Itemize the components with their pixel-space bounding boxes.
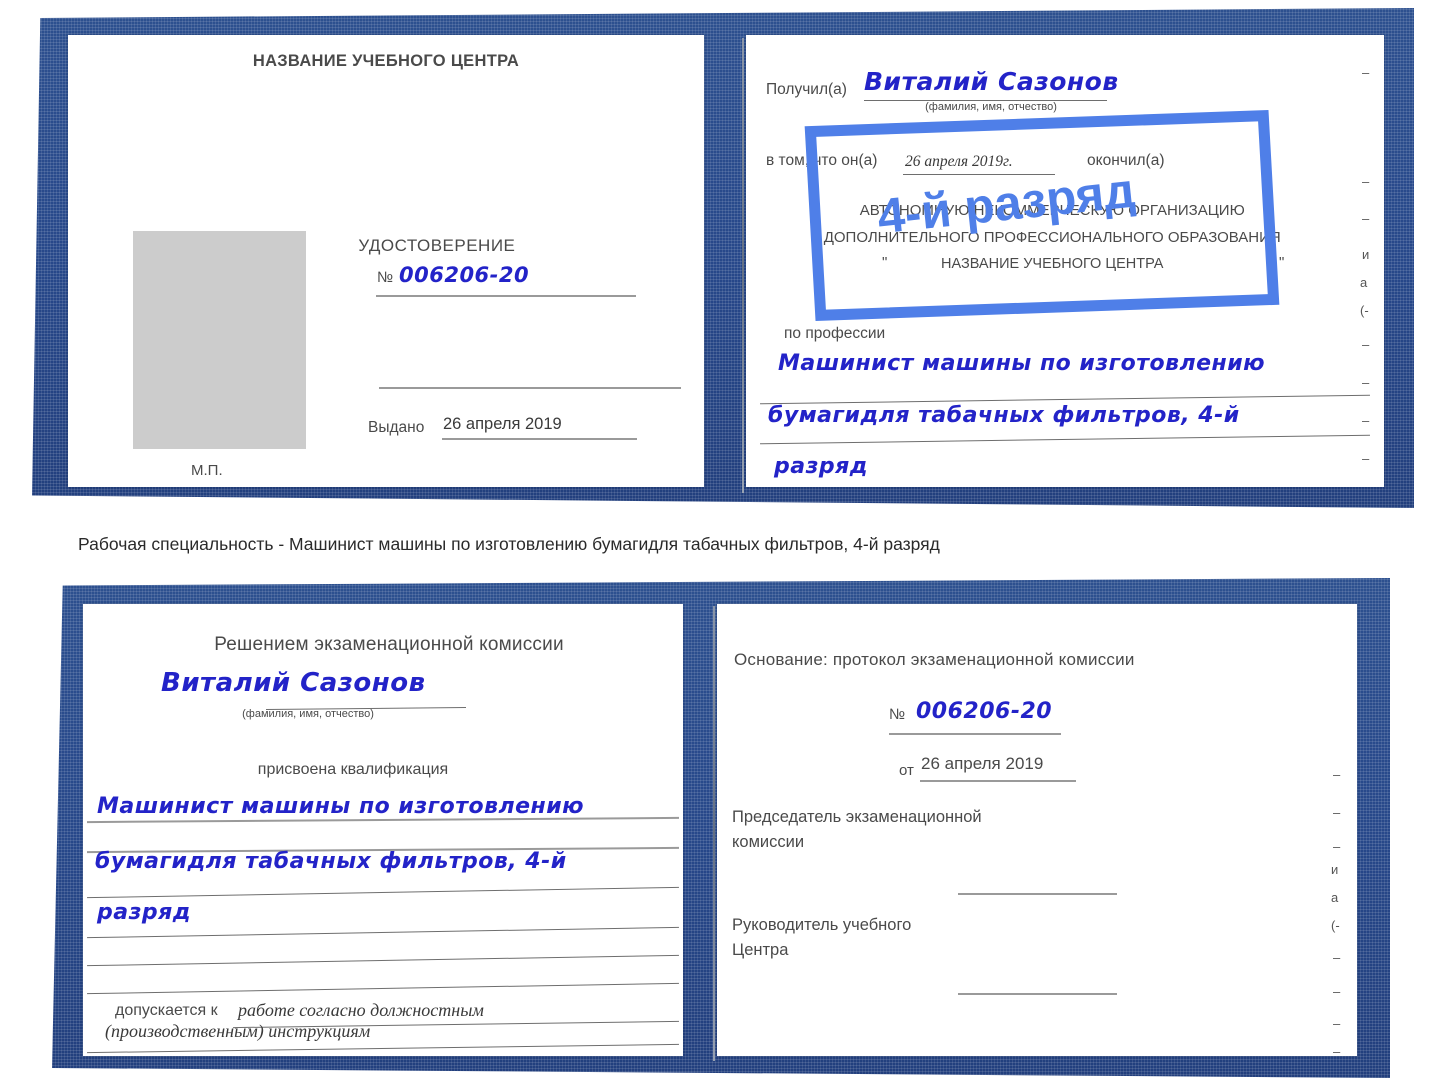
bottom-left-page: Решением экзаменационной комиссии Витали… (83, 604, 683, 1056)
org-quote-close: " (1279, 254, 1285, 271)
basis-label: Основание: протокол экзаменационной коми… (734, 650, 1135, 669)
qualification-line-1: Машинист машины по изготовлению (97, 794, 585, 819)
commission-decision-header: Решением экзаменационной комиссии (214, 634, 564, 655)
qualification-line-3: разряд (97, 900, 192, 925)
protocol-number-label: № (889, 706, 906, 723)
protocol-date-label: от (899, 762, 914, 779)
photo-placeholder (133, 231, 306, 449)
profession-rule-2 (760, 434, 1370, 445)
head-line-2: Центра (732, 941, 789, 959)
qualification-label: присвоена квалификация (257, 761, 449, 778)
issued-value: 26 апреля 2019 (443, 415, 562, 433)
protocol-date-value: 26 апреля 2019 (921, 754, 1044, 773)
chairman-signature-rule (958, 893, 1117, 895)
bottom-edge-fragment-5: (- (1331, 918, 1340, 933)
issued-rule (442, 438, 637, 440)
profession-line-2: бумагидля табачных фильтров, 4-й (768, 403, 1240, 428)
edge-fragment-3: и (1362, 247, 1370, 262)
edge-fragment-2: – (1362, 211, 1370, 226)
page-caption: Рабочая специальность - Машинист машины … (78, 534, 940, 554)
certificate-top: НАЗВАНИЕ УЧЕБНОГО ЦЕНТРА М.П. УДОСТОВЕРЕ… (32, 8, 1414, 508)
bottom-edge-fragment-3: и (1331, 862, 1339, 877)
bottom-edge-fragment-0: – (1333, 767, 1341, 782)
edge-fragment-5: (- (1360, 303, 1369, 318)
book-spine-top (742, 38, 744, 493)
edge-fragment-1: – (1362, 174, 1370, 189)
protocol-number-rule (889, 733, 1061, 735)
top-left-page: НАЗВАНИЕ УЧЕБНОГО ЦЕНТРА М.П. УДОСТОВЕРЕ… (68, 35, 704, 487)
bottom-edge-fragment-6: – (1333, 950, 1341, 965)
chairman-line-1: Председатель экзаменационной (732, 808, 982, 826)
bottom-edge-fragment-9: – (1333, 1044, 1341, 1059)
number-label: № (377, 269, 394, 286)
bottom-right-page: Основание: протокол экзаменационной коми… (717, 604, 1357, 1059)
head-line-1: Руководитель учебного (732, 916, 912, 934)
bottom-edge-fragment-2: – (1333, 839, 1341, 854)
qualification-line-2: бумагидля табачных фильтров, 4-й (95, 849, 567, 874)
bottom-edge-fragment-7: – (1333, 984, 1341, 999)
certificate-bottom: Решением экзаменационной комиссии Витали… (52, 578, 1390, 1078)
edge-fragment-8: – (1362, 413, 1370, 428)
admitted-value-1: работе согласно должностным (238, 1000, 484, 1020)
profession-label: по профессии (784, 325, 886, 342)
received-hint: (фамилия, имя, отчество) (925, 101, 1057, 113)
edge-fragment-0: – (1362, 65, 1370, 80)
profession-line-3: разряд (774, 454, 869, 479)
qual-rule-6 (87, 982, 679, 995)
bottom-name-hint: (фамилия, имя, отчество) (242, 708, 374, 720)
chairman-line-2: комиссии (732, 833, 805, 851)
qual-rule-5 (87, 954, 679, 967)
edge-fragment-6: – (1362, 337, 1370, 352)
admitted-value-2: (производственным) инструкциям (105, 1021, 371, 1041)
received-value: Виталий Сазонов (864, 67, 1119, 96)
head-signature-rule (958, 993, 1117, 995)
seal-label: М.П. (191, 462, 223, 479)
protocol-date-rule (920, 780, 1076, 782)
blank-rule (379, 387, 681, 389)
number-value: 006206-20 (399, 263, 530, 287)
issued-label: Выдано (368, 419, 425, 436)
number-rule (376, 295, 636, 297)
profession-line-1: Машинист машины по изготовлению (778, 351, 1266, 376)
edge-fragment-9: – (1362, 451, 1370, 466)
edge-fragment-7: – (1362, 375, 1370, 390)
received-label: Получил(а) (766, 81, 847, 98)
edge-fragment-4: а (1360, 275, 1368, 290)
bottom-edge-fragment-4: а (1331, 890, 1339, 905)
protocol-number-value: 006206-20 (916, 699, 1053, 724)
qual-rule-3 (87, 886, 679, 899)
admitted-label: допускается к (115, 1002, 218, 1019)
bottom-name-value: Виталий Сазонов (161, 668, 426, 698)
bottom-edge-fragment-1: – (1333, 805, 1341, 820)
bottom-edge-fragment-8: – (1333, 1016, 1341, 1031)
certificate-title: УДОСТОВЕРЕНИЕ (358, 236, 516, 255)
training-center-header: НАЗВАНИЕ УЧЕБНОГО ЦЕНТРА (252, 52, 520, 70)
admitted-rule-2 (87, 1043, 679, 1054)
qual-rule-4 (87, 926, 679, 939)
book-spine-bottom (713, 606, 715, 1061)
